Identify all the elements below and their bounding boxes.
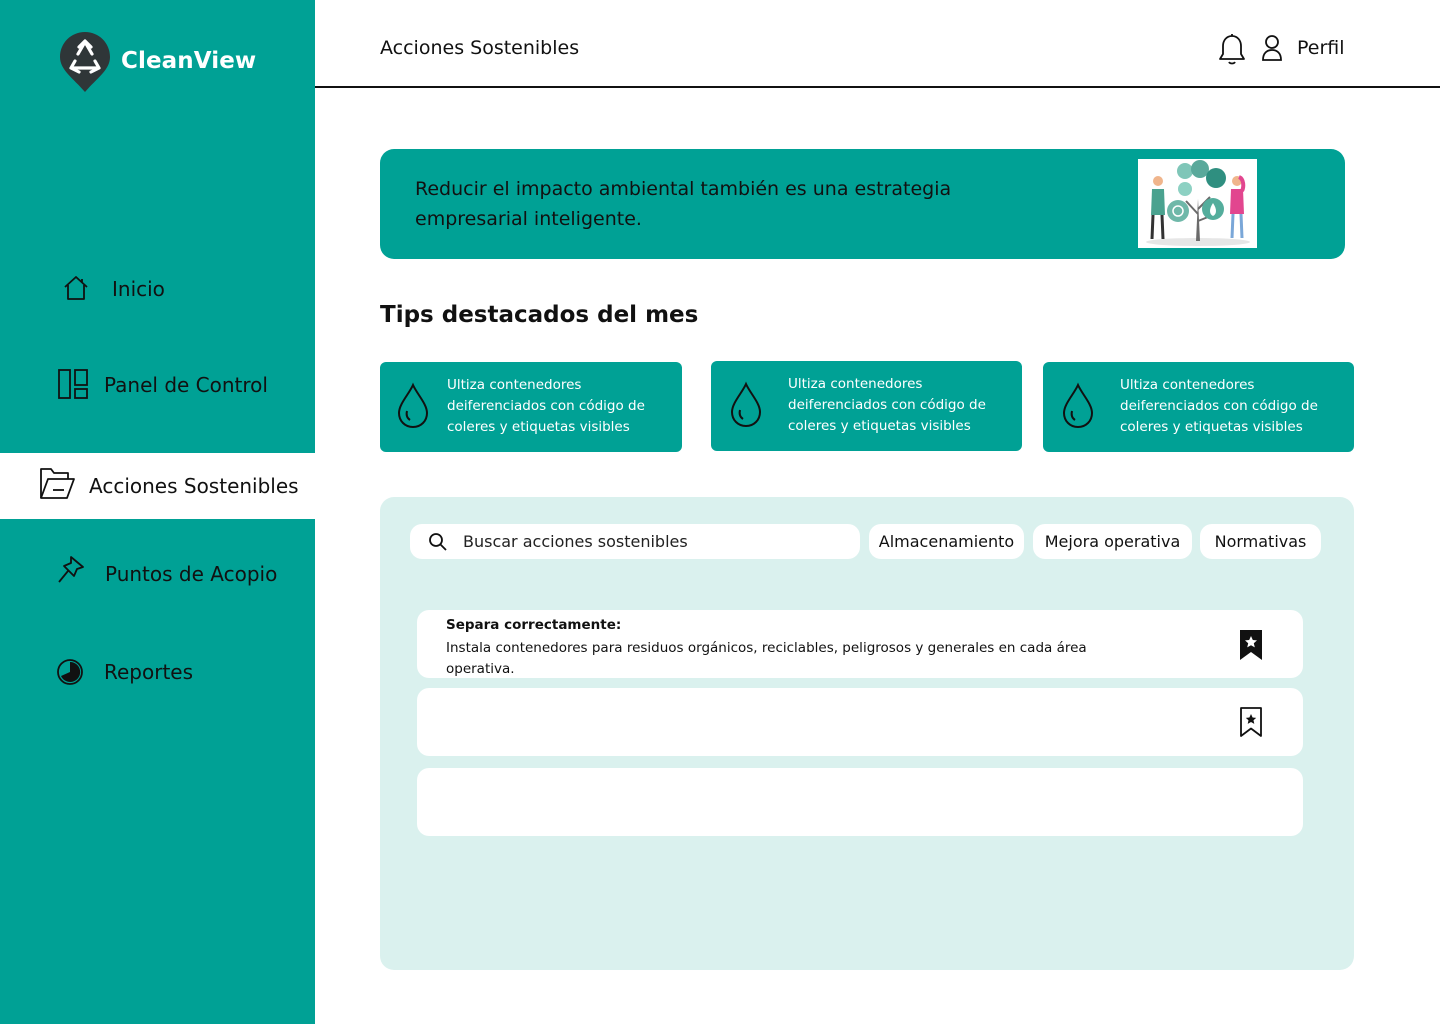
tip-text: Ultiza contenedores deiferenciados con c… <box>447 377 645 435</box>
search-box[interactable] <box>410 524 860 559</box>
folder-open-icon <box>38 465 76 501</box>
recycle-pin-icon <box>60 32 110 92</box>
action-card-body: Instala contenedores para residuos orgán… <box>446 640 1087 677</box>
water-drop-icon <box>396 382 430 434</box>
profile-link[interactable]: Perfil <box>1297 37 1345 59</box>
sidebar-item-label: Inicio <box>112 277 165 301</box>
sidebar-item-acciones-sostenibles[interactable]: Acciones Sostenibles <box>0 453 315 519</box>
top-bar: Acciones Sostenibles Perfil <box>315 0 1440 88</box>
bookmark-filled-icon[interactable] <box>1239 629 1263 665</box>
filter-chip-normativas[interactable]: Normativas <box>1200 524 1321 559</box>
tip-card[interactable]: Ultiza contenedores deiferenciados con c… <box>711 361 1022 451</box>
water-drop-icon <box>729 381 763 433</box>
filter-chip-almacenamiento[interactable]: Almacenamiento <box>869 524 1024 559</box>
search-input[interactable] <box>463 524 843 559</box>
page-title: Acciones Sostenibles <box>380 37 580 59</box>
tips-section-title: Tips destacados del mes <box>380 302 699 328</box>
pie-chart-icon <box>56 658 84 686</box>
search-icon <box>428 532 448 556</box>
sidebar-item-reportes[interactable]: Reportes <box>0 639 315 705</box>
action-card[interactable] <box>417 688 1303 756</box>
sidebar-item-puntos-de-acopio[interactable]: Puntos de Acopio <box>0 541 315 607</box>
sidebar: CleanView Inicio Panel de Control Accion… <box>0 0 315 1024</box>
tip-card[interactable]: Ultiza contenedores deiferenciados con c… <box>1043 362 1354 452</box>
app-logo[interactable]: CleanView <box>58 30 256 94</box>
action-card-title: Separa correctamente: <box>446 617 622 633</box>
filter-chip-mejora-operativa[interactable]: Mejora operativa <box>1033 524 1192 559</box>
people-planting-tree-illustration <box>1138 159 1257 248</box>
water-drop-icon <box>1061 382 1095 434</box>
sidebar-item-inicio[interactable]: Inicio <box>0 256 315 322</box>
home-icon <box>62 275 90 301</box>
actions-panel: Almacenamiento Mejora operativa Normativ… <box>380 497 1354 970</box>
banner-text: Reducir el impacto ambiental también es … <box>415 178 952 230</box>
pin-icon <box>57 555 85 585</box>
sidebar-item-label: Puntos de Acopio <box>105 562 278 586</box>
action-card[interactable] <box>417 768 1303 836</box>
sidebar-item-label: Reportes <box>104 660 194 684</box>
user-icon[interactable] <box>1261 34 1283 66</box>
sidebar-item-label: Acciones Sostenibles <box>89 474 299 498</box>
action-card[interactable]: Separa correctamente: Instala contenedor… <box>417 610 1303 678</box>
bell-icon[interactable] <box>1218 33 1246 70</box>
tip-text: Ultiza contenedores deiferenciados con c… <box>1120 377 1318 435</box>
sidebar-item-panel-de-control[interactable]: Panel de Control <box>0 352 315 418</box>
sidebar-item-label: Panel de Control <box>104 373 268 397</box>
tip-card[interactable]: Ultiza contenedores deiferenciados con c… <box>380 362 682 452</box>
tip-text: Ultiza contenedores deiferenciados con c… <box>788 376 986 434</box>
bookmark-outline-icon[interactable] <box>1239 706 1263 742</box>
dashboard-icon <box>57 368 89 400</box>
hero-banner: Reducir el impacto ambiental también es … <box>380 149 1345 259</box>
app-name: CleanView <box>121 47 257 74</box>
